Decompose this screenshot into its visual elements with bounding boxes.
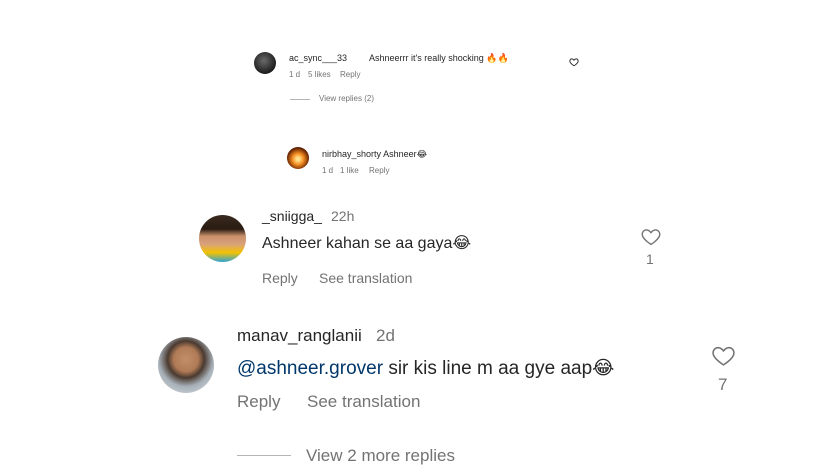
avatar[interactable] (158, 337, 214, 393)
view-more-replies-button[interactable]: View 2 more replies (306, 446, 455, 466)
comment-likes[interactable]: 1 like (340, 166, 359, 175)
see-translation-button[interactable]: See translation (319, 270, 412, 286)
comment-username[interactable]: nirbhay_shorty (322, 149, 381, 159)
mention-link[interactable]: @ashneer.grover (237, 358, 383, 379)
comment-username[interactable]: _sniigga_ (262, 208, 322, 224)
like-count: 1 (646, 251, 654, 267)
view-replies-button[interactable]: View replies (2) (319, 94, 374, 103)
avatar[interactable] (199, 215, 246, 262)
reply-button[interactable]: Reply (340, 70, 360, 79)
comment-likes[interactable]: 5 likes (308, 70, 331, 79)
comment-text: Ashneer😂 (383, 149, 428, 159)
comment-time: 22h (331, 208, 355, 224)
heart-icon[interactable] (640, 226, 662, 247)
heart-icon[interactable] (710, 343, 737, 368)
like-count: 7 (718, 375, 728, 394)
comment-username[interactable]: ac_sync___33 (289, 53, 347, 63)
heart-icon[interactable] (569, 57, 579, 67)
comment-text: Ashneerrr it's really shocking 🔥🔥 (369, 53, 509, 63)
comment-text: sir kis line m aa gye aap😂 (383, 358, 615, 379)
divider-line (237, 455, 291, 456)
reply-button[interactable]: Reply (237, 392, 280, 412)
comment-time: 2d (376, 326, 395, 345)
comment-time: 1 d (322, 166, 334, 175)
comment-username[interactable]: manav_ranglanii (237, 326, 362, 346)
avatar[interactable] (287, 147, 309, 169)
reply-button[interactable]: Reply (262, 270, 298, 286)
comment-text: Ashneer kahan se aa gaya😂 (262, 235, 472, 252)
comment-text-line: @ashneer.grover sir kis line m aa gye aa… (237, 357, 614, 380)
see-translation-button[interactable]: See translation (307, 392, 420, 412)
divider-line (290, 99, 310, 100)
comment-line: nirbhay_shorty Ashneer😂 (322, 149, 427, 160)
comment-time: 1 d (289, 70, 301, 79)
reply-button[interactable]: Reply (369, 166, 389, 175)
avatar[interactable] (254, 52, 276, 74)
